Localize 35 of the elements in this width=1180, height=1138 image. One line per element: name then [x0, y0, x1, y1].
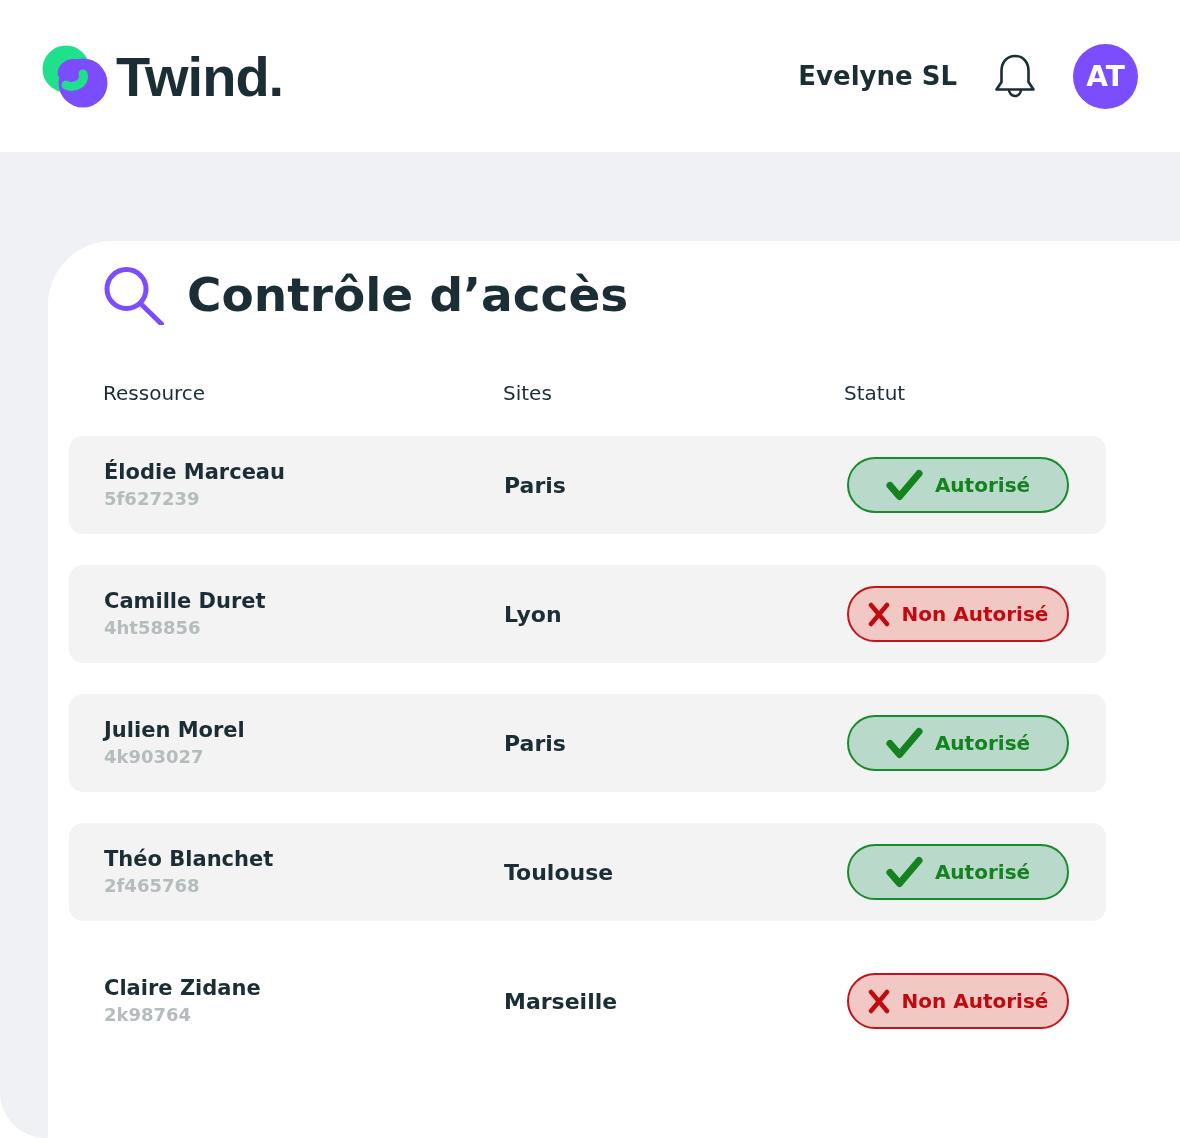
column-header: Statut [844, 381, 906, 405]
site-name: Toulouse [504, 859, 614, 885]
resource-name: Camille Duret [104, 588, 266, 615]
site-name: Paris [504, 730, 566, 756]
status-label: Autorisé [934, 475, 1031, 495]
site-name: Paris [504, 472, 566, 498]
notification-bell-icon[interactable] [993, 53, 1037, 99]
resource-id: 4ht58856 [104, 616, 201, 640]
check-icon [885, 856, 923, 888]
column-header: Sites [503, 381, 552, 405]
check-icon [885, 469, 923, 501]
cross-icon [867, 988, 890, 1014]
user-name: Evelyne SL [798, 63, 957, 89]
cross-icon [867, 601, 890, 627]
user-avatar[interactable]: AT [1073, 43, 1138, 109]
logo-icon [42, 44, 108, 108]
status-label: Non Autorisé [901, 991, 1049, 1011]
search-icon [104, 265, 164, 325]
status-label: Autorisé [934, 733, 1031, 753]
resource-id: 2f465768 [104, 874, 200, 898]
resource-name: Julien Morel [104, 717, 245, 744]
logo-text: Twind. [116, 47, 284, 105]
site-name: Marseille [504, 988, 618, 1014]
site-name: Lyon [504, 601, 562, 627]
column-header: Ressource [103, 381, 206, 405]
resource-id: 2k98764 [104, 1003, 192, 1027]
resource-name: Théo Blanchet [104, 846, 274, 873]
status-label: Non Autorisé [901, 604, 1049, 624]
resource-name: Claire Zidane [104, 975, 261, 1002]
status-label: Autorisé [934, 862, 1031, 882]
resource-id: 4k903027 [104, 745, 204, 769]
resource-id: 5f627239 [104, 487, 200, 511]
check-icon [885, 727, 923, 759]
page-title: Contrôle d’accès [187, 266, 629, 324]
resource-name: Élodie Marceau [104, 458, 285, 486]
